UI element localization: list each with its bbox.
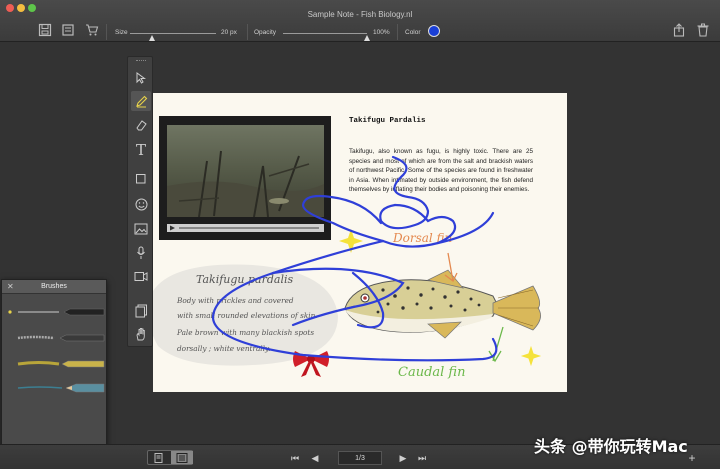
brushes-panel-header: ✕ Brushes [2,280,106,294]
toolbar-divider [106,24,107,40]
page-list-view-icon [176,453,188,463]
opacity-slider-knob[interactable] [364,35,370,41]
color-label: Color [405,29,421,36]
last-page-icon[interactable]: ⏭ [416,452,428,464]
select-icon[interactable] [131,68,151,88]
emoji-icon[interactable] [131,194,151,214]
image-icon[interactable] [131,219,151,239]
first-page-icon[interactable]: ⏮ [289,452,301,464]
share-icon[interactable] [672,23,686,37]
single-page-view-icon[interactable] [153,453,165,463]
note-page[interactable]: Takifugu Pardalis Takifugu, also known a… [153,93,567,392]
size-slider[interactable] [130,33,216,34]
print-icon[interactable] [61,23,75,37]
size-value: 20 px [221,29,237,36]
brush-colored-pencil[interactable] [17,383,105,393]
brush-fine-pen[interactable] [8,308,105,316]
toolbar-divider [397,24,398,40]
view-mode-toggle[interactable] [147,450,193,465]
opacity-label: Opacity [254,29,277,36]
brushes-panel-title: Brushes [41,283,67,290]
watermark: 头条 @带你玩转Mac [534,437,688,456]
pencil-icon[interactable] [131,91,151,111]
app-window: Sample Note - Fish Biology.nl Size 20 px… [0,0,720,469]
text-icon[interactable]: T [131,140,151,160]
hand-icon[interactable] [131,324,151,344]
opacity-slider[interactable] [283,33,367,34]
brush-pencil[interactable] [17,334,105,342]
palette-grip[interactable] [136,60,146,62]
video-icon[interactable] [131,266,151,286]
brush-list [8,308,105,393]
cart-icon[interactable] [85,23,99,37]
brushes-panel: ✕ Brushes [1,279,107,455]
previous-page-icon[interactable]: ◀ [309,452,321,464]
page-indicator[interactable]: 1/3 [338,451,382,465]
window-title: Sample Note - Fish Biology.nl [307,10,413,19]
brush-marker[interactable] [17,360,105,368]
save-icon[interactable] [38,23,52,37]
title-toolbar: Sample Note - Fish Biology.nl Size 20 px… [0,0,720,42]
trash-icon[interactable] [696,23,710,37]
opacity-value: 100% [373,29,390,36]
page-list-view-button[interactable] [171,451,193,464]
color-swatch-button[interactable] [428,25,440,37]
eraser-icon[interactable] [131,115,151,135]
pen-annotation [211,155,504,363]
size-slider-knob[interactable] [148,35,155,41]
microphone-icon[interactable] [131,243,151,263]
toolbar-divider [247,24,248,40]
next-page-icon[interactable]: ▶ [397,452,409,464]
pages-icon[interactable] [131,301,151,321]
tool-palette: T [127,56,153,347]
size-label: Size [115,29,128,36]
shape-icon[interactable] [131,169,151,189]
